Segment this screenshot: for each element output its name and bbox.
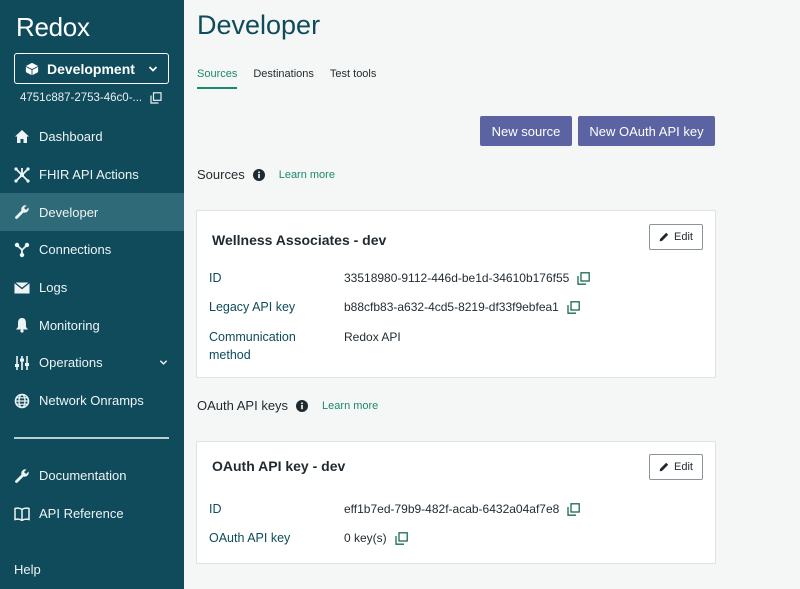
connections-icon — [14, 242, 30, 258]
sidebar-item-operations[interactable]: Operations — [0, 344, 184, 382]
sidebar-item-api-reference[interactable]: API Reference — [0, 495, 184, 533]
legacy-api-key-text: b88cfb83-a632-4cd5-8219-df33f9ebfea1 — [344, 300, 559, 314]
copy-icon[interactable] — [567, 502, 581, 516]
sidebar: Redox Development 4751c887-2753-46c0-...… — [0, 0, 184, 589]
source-id-value: 33518980-9112-446d-be1d-34610b176f55 — [344, 271, 591, 285]
sources-learn-more-link[interactable]: Learn more — [279, 169, 335, 181]
sidebar-item-label: Monitoring — [39, 317, 100, 333]
main-content: Developer Sources Destinations Test tool… — [184, 0, 800, 589]
edit-oauth-key-button-label: Edit — [674, 461, 693, 473]
edit-source-button[interactable]: Edit — [649, 224, 703, 250]
bell-icon — [14, 317, 30, 333]
chevron-down-icon — [159, 360, 168, 365]
globe-icon — [14, 393, 30, 409]
tab-sources[interactable]: Sources — [197, 68, 238, 89]
sidebar-item-label: Logs — [39, 280, 68, 296]
source-card-title: Wellness Associates - dev — [212, 232, 387, 248]
sliders-icon — [14, 355, 30, 371]
wrench-icon — [14, 468, 30, 484]
communication-method-value: Redox API — [344, 330, 401, 344]
sidebar-item-label: API Reference — [39, 506, 124, 522]
oauth-id-label: ID — [209, 502, 222, 516]
pencil-icon — [659, 462, 669, 472]
wrench-icon — [14, 204, 30, 220]
new-source-button[interactable]: New source — [480, 116, 572, 146]
oauth-id-text: eff1b7ed-79b9-482f-acab-6432a04af7e8 — [344, 502, 560, 516]
pencil-icon — [659, 232, 669, 242]
sidebar-item-label: Operations — [39, 355, 103, 371]
oauth-heading: OAuth API keys Learn more — [197, 398, 378, 413]
sidebar-item-fhir-api-actions[interactable]: FHIR API Actions — [0, 156, 184, 194]
sidebar-item-network-onramps[interactable]: Network Onramps — [0, 382, 184, 420]
sidebar-item-label: Connections — [39, 242, 112, 258]
source-card: Wellness Associates - dev Edit ID 335189… — [196, 210, 716, 378]
legacy-api-key-value: b88cfb83-a632-4cd5-8219-df33f9ebfea1 — [344, 300, 580, 314]
book-icon — [14, 506, 30, 522]
oauth-key-card: OAuth API key - dev Edit ID eff1b7ed-79b… — [196, 441, 716, 564]
sidebar-item-label: Developer — [39, 204, 99, 220]
source-id-text: 33518980-9112-446d-be1d-34610b176f55 — [344, 271, 570, 285]
tab-destinations[interactable]: Destinations — [253, 68, 314, 89]
sidebar-item-connections[interactable]: Connections — [0, 231, 184, 269]
environment-select-value: Development — [47, 60, 135, 77]
sidebar-item-label: FHIR API Actions — [39, 167, 139, 183]
oauth-api-key-count: 0 key(s) — [344, 531, 387, 545]
info-icon[interactable] — [296, 399, 309, 412]
communication-method-label-line1: Communication — [209, 330, 296, 344]
tab-bar: Sources Destinations Test tools — [197, 68, 392, 89]
copy-icon[interactable] — [567, 300, 580, 314]
sidebar-divider — [14, 437, 169, 439]
oauth-card-title: OAuth API key - dev — [212, 458, 346, 474]
sidebar-item-documentation[interactable]: Documentation — [0, 457, 184, 495]
redox-logo[interactable]: Redox — [16, 12, 90, 43]
info-icon[interactable] — [252, 168, 265, 181]
sidebar-item-dashboard[interactable]: Dashboard — [0, 118, 184, 156]
environment-select[interactable]: Development — [14, 53, 169, 84]
source-id-label: ID — [209, 271, 222, 285]
communication-method-label: Communication method — [209, 328, 296, 364]
chevron-down-icon — [148, 65, 158, 72]
sources-heading: Sources Learn more — [197, 167, 335, 182]
oauth-api-key-value: 0 key(s) — [344, 531, 408, 545]
sources-heading-text: Sources — [197, 167, 245, 182]
oauth-heading-text: OAuth API keys — [197, 398, 289, 413]
oauth-id-value: eff1b7ed-79b9-482f-acab-6432a04af7e8 — [344, 502, 581, 516]
new-oauth-api-key-button[interactable]: New OAuth API key — [578, 116, 715, 146]
edit-source-button-label: Edit — [674, 231, 693, 243]
help-link[interactable]: Help — [14, 562, 41, 577]
sidebar-item-monitoring[interactable]: Monitoring — [0, 306, 184, 344]
sidebar-secondary-nav: Documentation API Reference — [0, 457, 184, 532]
fhir-icon — [14, 166, 30, 183]
home-icon — [14, 129, 30, 145]
sidebar-item-label: Documentation — [39, 468, 127, 484]
sidebar-item-label: Network Onramps — [39, 393, 144, 409]
environment-id-text: 4751c887-2753-46c0-... — [20, 92, 143, 104]
edit-oauth-key-button[interactable]: Edit — [649, 454, 703, 480]
communication-method-text: Redox API — [344, 330, 401, 344]
cube-icon — [25, 62, 39, 75]
copy-icon[interactable] — [150, 92, 162, 104]
sidebar-nav: Dashboard FHIR API Actions Developer Con… — [0, 118, 184, 420]
communication-method-label-line2: method — [209, 348, 251, 362]
envelope-icon — [14, 280, 30, 296]
sidebar-item-label: Dashboard — [39, 129, 103, 145]
oauth-learn-more-link[interactable]: Learn more — [322, 400, 378, 412]
sidebar-item-developer[interactable]: Developer — [0, 193, 184, 232]
legacy-api-key-label: Legacy API key — [209, 300, 296, 314]
copy-icon[interactable] — [395, 531, 408, 545]
page-title: Developer — [197, 10, 321, 40]
environment-id: 4751c887-2753-46c0-... — [20, 92, 162, 104]
sidebar-item-logs[interactable]: Logs — [0, 269, 184, 307]
oauth-api-key-label: OAuth API key — [209, 531, 291, 545]
tab-test-tools[interactable]: Test tools — [330, 68, 376, 89]
copy-icon[interactable] — [577, 271, 591, 285]
